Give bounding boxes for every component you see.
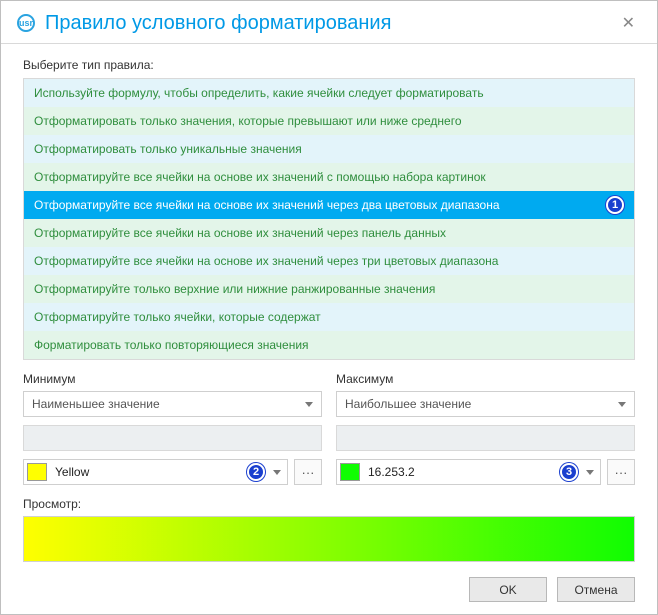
rule-item[interactable]: Отформатируйте только верхние или нижние… [24, 275, 634, 303]
min-type-value: Наименьшее значение [32, 397, 160, 411]
chevron-down-icon [586, 470, 594, 475]
max-type-value: Наибольшее значение [345, 397, 471, 411]
preview-label: Просмотр: [23, 497, 635, 511]
rule-item[interactable]: Используйте формулу, чтобы определить, к… [24, 79, 634, 107]
min-type-dropdown[interactable]: Наименьшее значение [23, 391, 322, 417]
rule-type-list[interactable]: Используйте формулу, чтобы определить, к… [23, 78, 635, 360]
callout-badge-1: 1 [606, 196, 624, 214]
dialog-window: usr Правило условного форматирования ✕ В… [0, 0, 658, 615]
chevron-down-icon [273, 470, 281, 475]
close-button[interactable]: ✕ [616, 11, 641, 35]
rule-item[interactable]: Отформатируйте все ячейки на основе их з… [24, 247, 634, 275]
rule-item[interactable]: Отформатировать только значения, которые… [24, 107, 634, 135]
min-color-row: Yellow 2 ··· [23, 459, 322, 485]
rule-item[interactable]: Отформатируйте все ячейки на основе их з… [24, 163, 634, 191]
min-column: Минимум Наименьшее значение Yellow 2 ··· [23, 372, 322, 485]
min-value-input [23, 425, 322, 451]
app-icon: usr [17, 14, 35, 32]
rule-item[interactable]: Отформатируйте только ячейки, которые со… [24, 303, 634, 331]
max-color-row: 16.253.2 3 ··· [336, 459, 635, 485]
max-color-name: 16.253.2 [368, 465, 552, 479]
max-color-swatch [340, 463, 360, 481]
max-label: Максимум [336, 372, 635, 386]
dialog-title: Правило условного форматирования [45, 12, 616, 35]
dialog-body: Выберите тип правила: Используйте формул… [1, 44, 657, 576]
chevron-down-icon [305, 402, 313, 407]
min-color-swatch [27, 463, 47, 481]
max-type-dropdown[interactable]: Наибольшее значение [336, 391, 635, 417]
callout-badge-2: 2 [247, 463, 265, 481]
chevron-down-icon [618, 402, 626, 407]
rule-item[interactable]: Форматировать только повторяющиеся значе… [24, 331, 634, 359]
min-color-picker[interactable]: Yellow 2 [23, 459, 288, 485]
rule-type-label: Выберите тип правила: [23, 58, 635, 72]
rule-item[interactable]: Отформатировать только уникальные значен… [24, 135, 634, 163]
max-value-input [336, 425, 635, 451]
preview-gradient [23, 516, 635, 562]
callout-badge-3: 3 [560, 463, 578, 481]
min-label: Минимум [23, 372, 322, 386]
max-color-picker[interactable]: 16.253.2 3 [336, 459, 601, 485]
min-max-row: Минимум Наименьшее значение Yellow 2 ··· [23, 372, 635, 485]
max-column: Максимум Наибольшее значение 16.253.2 3 … [336, 372, 635, 485]
min-color-more-button[interactable]: ··· [294, 459, 322, 485]
ok-button[interactable]: OK [469, 577, 547, 602]
rule-item[interactable]: Отформатируйте все ячейки на основе их з… [24, 191, 634, 219]
cancel-button[interactable]: Отмена [557, 577, 635, 602]
titlebar: usr Правило условного форматирования ✕ [1, 1, 657, 44]
min-color-name: Yellow [55, 465, 239, 479]
dialog-footer: OK Отмена [469, 577, 635, 602]
max-color-more-button[interactable]: ··· [607, 459, 635, 485]
rule-item[interactable]: Отформатируйте все ячейки на основе их з… [24, 219, 634, 247]
